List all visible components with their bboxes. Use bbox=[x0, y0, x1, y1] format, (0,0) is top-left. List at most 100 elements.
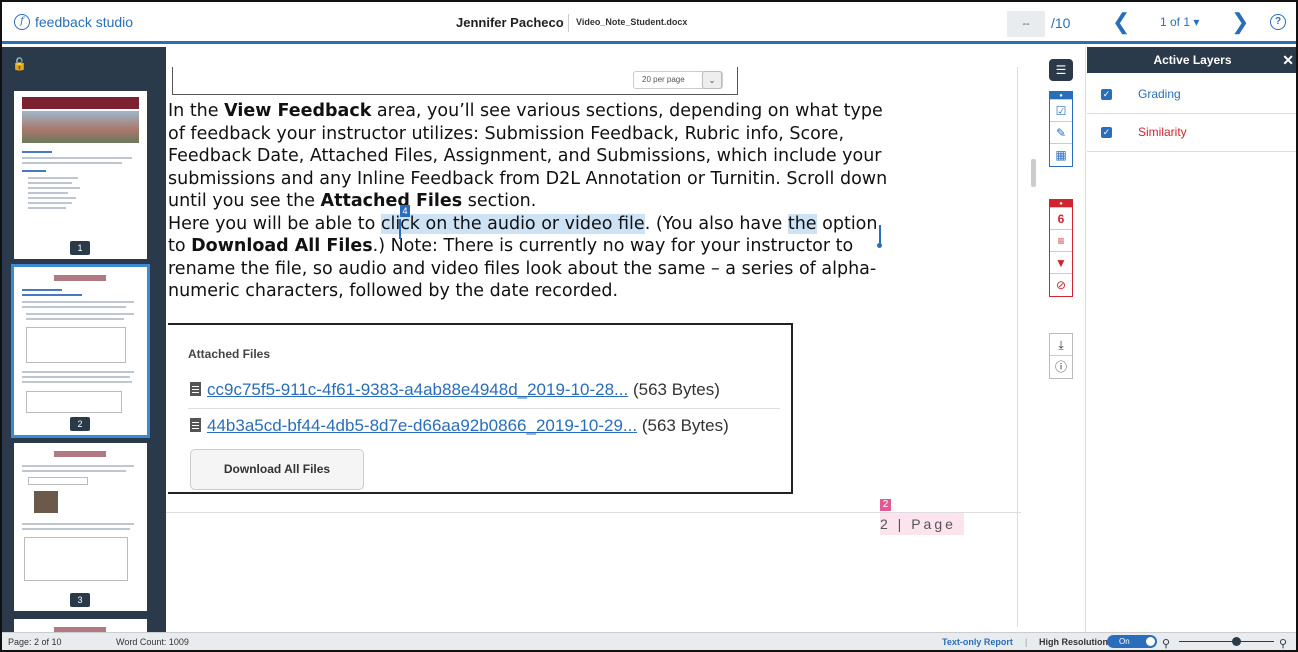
attached-file-link[interactable]: 44b3a5cd-bf44-4db5-8d7e-d66aa92b0866_201… bbox=[207, 416, 637, 435]
similarity-checkbox[interactable]: ✓ bbox=[1101, 127, 1112, 138]
page-thumbnails-sidebar: 🔓 1 2 3 bbox=[2, 47, 166, 632]
file-icon bbox=[190, 418, 201, 432]
text-only-report-link[interactable]: Text-only Report bbox=[942, 637, 1013, 647]
doc-line: In the View Feedback area, you’ll see va… bbox=[168, 101, 883, 121]
file-name: Video_Note_Student.docx bbox=[576, 17, 688, 27]
status-bar: Page: 2 of 10 Word Count: 1009 Text-only… bbox=[2, 632, 1296, 650]
grading-tools-group: ● ☑ ✎ ▦ bbox=[1049, 91, 1073, 167]
text-highlight[interactable]: click on the audio or video file bbox=[380, 213, 645, 234]
layer-row-similarity[interactable]: ✓ Similarity bbox=[1087, 115, 1296, 152]
document-paragraph: In the View Feedback area, you’ll see va… bbox=[168, 100, 1028, 303]
thumbnail-page-1[interactable]: 1 bbox=[14, 91, 147, 259]
next-submission-chevron-icon[interactable]: ❯ bbox=[1231, 10, 1249, 34]
active-layers-panel: Active Layers ✕ ✓ Grading ✓ Similarity bbox=[1087, 47, 1296, 632]
doc-line: of feedback your instructor utilizes: Su… bbox=[168, 123, 845, 144]
similarity-match-count[interactable]: 6 bbox=[1050, 208, 1072, 230]
feedback-studio-logo-icon: f bbox=[14, 14, 30, 30]
zoom-in-icon[interactable]: ⚲ bbox=[1279, 637, 1287, 650]
selection-end-caret bbox=[879, 225, 881, 245]
zoom-slider-handle[interactable] bbox=[1232, 637, 1241, 646]
text-highlight[interactable]: the bbox=[787, 213, 817, 234]
similarity-tools-group: ● 6 ≡ ▼ ⊘ bbox=[1049, 199, 1073, 297]
zoom-slider-track[interactable] bbox=[1179, 641, 1274, 642]
logo-text: feedback studio bbox=[35, 14, 134, 30]
page-number-badge: 3 bbox=[70, 593, 90, 607]
score-max: /10 bbox=[1051, 15, 1071, 31]
layers-icon[interactable]: ☰ bbox=[1049, 59, 1073, 81]
filter-icon[interactable]: ▼ bbox=[1050, 252, 1072, 274]
thumbnail-logo bbox=[54, 275, 106, 281]
layer-row-grading[interactable]: ✓ Grading bbox=[1087, 77, 1296, 114]
divider bbox=[568, 14, 569, 32]
page-status: Page: 2 of 10 bbox=[8, 637, 62, 647]
attached-files-title: Attached Files bbox=[188, 347, 271, 361]
per-page-value: 20 per page bbox=[642, 75, 685, 84]
previous-submission-chevron-icon[interactable]: ❮ bbox=[1112, 10, 1130, 34]
high-resolution-label: High Resolution bbox=[1039, 637, 1108, 647]
thumbnail-photo bbox=[22, 111, 139, 143]
info-icon[interactable]: ⓘ bbox=[1050, 356, 1072, 378]
score-input[interactable]: -- bbox=[1007, 11, 1045, 37]
doc-line: Feedback Date, Attached Files, Assignmen… bbox=[168, 146, 882, 166]
logo: f feedback studio bbox=[14, 14, 133, 30]
page-number-badge: 1 bbox=[70, 241, 90, 255]
layer-label: Similarity bbox=[1138, 125, 1187, 139]
quickmark-check-icon[interactable]: ☑ bbox=[1050, 100, 1072, 122]
attached-file-row: cc9c75f5-911c-4f61-9383-a4ab88e4948d_201… bbox=[190, 380, 720, 400]
file-size: (563 Bytes) bbox=[641, 416, 729, 435]
thumbnail-logo bbox=[54, 451, 106, 457]
tool-rail: ☰ ● ☑ ✎ ▦ ● 6 ≡ ▼ ⊘ ⤓ ⓘ bbox=[1036, 47, 1086, 632]
doc-line: to Download All Files.) Note: There is c… bbox=[168, 236, 854, 256]
unlock-icon[interactable]: 🔓 bbox=[12, 57, 27, 71]
file-size: (563 Bytes) bbox=[632, 380, 720, 399]
doc-line: Here you will be able to click on the au… bbox=[168, 213, 878, 234]
help-icon[interactable]: ? bbox=[1270, 14, 1286, 30]
embedded-screenshot-frame: 20 per page ⌄ bbox=[172, 67, 738, 95]
student-name: Jennifer Pacheco bbox=[456, 15, 564, 30]
thumbnail-page-2[interactable]: 2 bbox=[11, 264, 150, 438]
doc-line: rename the file, so audio and video file… bbox=[168, 258, 877, 279]
zoom-out-icon[interactable]: ⚲ bbox=[1162, 637, 1170, 650]
attached-file-link[interactable]: cc9c75f5-911c-4f61-9383-a4ab88e4948d_201… bbox=[207, 380, 628, 399]
thumbnail-page-4[interactable] bbox=[14, 619, 147, 632]
rubric-grid-icon[interactable]: ▦ bbox=[1050, 144, 1072, 166]
download-all-files-button[interactable]: Download All Files bbox=[190, 449, 364, 490]
selection-start-caret bbox=[399, 219, 401, 239]
thumbnail-banner bbox=[22, 97, 139, 109]
attached-files-panel: Attached Files cc9c75f5-911c-4f61-9383-a… bbox=[168, 323, 793, 494]
word-count: Word Count: 1009 bbox=[116, 637, 189, 647]
doc-line: until you see the Attached Files section… bbox=[168, 191, 537, 211]
match-breakdown-icon[interactable]: ≡ bbox=[1050, 230, 1072, 252]
similarity-group-header: ● bbox=[1050, 200, 1072, 208]
high-resolution-toggle[interactable]: On bbox=[1107, 635, 1157, 648]
exclude-sources-icon[interactable]: ⊘ bbox=[1050, 274, 1072, 296]
page-footer: 2 | Page bbox=[880, 513, 964, 535]
annotation-count-marker[interactable]: 4 bbox=[400, 205, 410, 217]
chevron-down-icon: ⌄ bbox=[702, 71, 722, 89]
file-icon bbox=[190, 382, 201, 396]
document-viewer: 20 per page ⌄ In the View Feedback area,… bbox=[166, 47, 1036, 632]
divider bbox=[188, 408, 780, 409]
grading-group-header: ● bbox=[1050, 92, 1072, 100]
top-bar: f feedback studio Jennifer Pacheco Video… bbox=[2, 2, 1296, 44]
page-marker-badge[interactable]: 2 bbox=[880, 499, 891, 511]
app-window: f feedback studio Jennifer Pacheco Video… bbox=[0, 0, 1298, 652]
close-icon[interactable]: ✕ bbox=[1282, 47, 1294, 73]
feedback-edit-icon[interactable]: ✎ bbox=[1050, 122, 1072, 144]
per-page-select: 20 per page ⌄ bbox=[633, 71, 723, 89]
selection-handle[interactable] bbox=[877, 243, 882, 248]
grading-checkbox[interactable]: ✓ bbox=[1101, 89, 1112, 100]
panel-title: Active Layers bbox=[1153, 53, 1232, 67]
download-icon[interactable]: ⤓ bbox=[1050, 334, 1072, 356]
thumbnail-page-3[interactable]: 3 bbox=[14, 443, 147, 611]
divider: | bbox=[1025, 637, 1028, 647]
page-number-badge: 2 bbox=[70, 417, 90, 431]
page-edge bbox=[1017, 67, 1018, 627]
doc-line: submissions and any Inline Feedback from… bbox=[168, 168, 888, 189]
doc-line: numeric characters, followed by the date… bbox=[168, 281, 619, 301]
info-tools-group: ⤓ ⓘ bbox=[1049, 333, 1073, 379]
attached-file-row: 44b3a5cd-bf44-4db5-8d7e-d66aa92b0866_201… bbox=[190, 416, 729, 436]
submission-selector[interactable]: 1 of 1 ▾ bbox=[1160, 15, 1199, 29]
panel-header: Active Layers ✕ bbox=[1087, 47, 1296, 73]
layer-label: Grading bbox=[1138, 87, 1181, 101]
